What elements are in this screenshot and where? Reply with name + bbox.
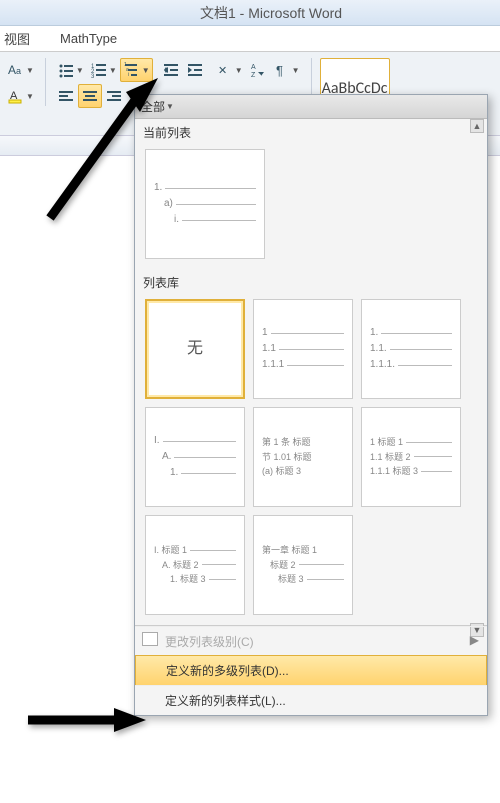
title-bar: 文档1 - Microsoft Word xyxy=(0,0,500,26)
list-thumb[interactable]: 1 标题 1 1.1 标题 2 1.1.1 标题 3 xyxy=(361,407,461,507)
menu-label: 更改列表级别(C) xyxy=(165,635,254,649)
menu-define-new-list-style[interactable]: 定义新的列表样式(L)... xyxy=(135,685,487,715)
align-left-button[interactable] xyxy=(54,84,78,108)
increase-indent-button[interactable] xyxy=(183,58,207,82)
list-thumb[interactable]: 1 1.1 1.1.1 xyxy=(253,299,353,399)
multilevel-list-button[interactable]: 1ai▼ xyxy=(120,58,153,82)
menu-label: 定义新的多级列表(D)... xyxy=(166,664,289,678)
tab-mathtype[interactable]: MathType xyxy=(60,31,117,46)
asian-layout-button[interactable]: ✕▼ xyxy=(213,58,246,82)
multilevel-list-dropdown: 全部 ▼ 当前列表 1. a) i. 列表库 无 1 1.1 1.1.1 1. … xyxy=(134,94,488,716)
menu-label: 定义新的列表样式(L)... xyxy=(165,694,286,708)
bullets-button[interactable]: ▼ xyxy=(54,58,87,82)
ribbon-tabs: 视图 MathType xyxy=(0,26,500,52)
list-thumb-none[interactable]: 无 xyxy=(145,299,245,399)
annotation-arrow xyxy=(20,690,150,743)
dropdown-footer: 更改列表级别(C) ▶ 定义新的多级列表(D)... 定义新的列表样式(L)..… xyxy=(135,625,487,715)
none-label: 无 xyxy=(187,336,203,362)
list-thumb[interactable]: 第 1 条 标题 节 1.01 标题 (a) 标题 3 xyxy=(253,407,353,507)
svg-text:i: i xyxy=(128,72,129,78)
tab-view[interactable]: 视图 xyxy=(4,29,30,48)
menu-change-list-level: 更改列表级别(C) ▶ xyxy=(135,626,487,656)
chevron-right-icon: ▶ xyxy=(470,633,479,647)
list-thumb-current[interactable]: 1. a) i. xyxy=(145,149,265,259)
ribbon-separator xyxy=(45,58,46,106)
window-title: 文档1 - Microsoft Word xyxy=(200,3,342,23)
show-marks-button[interactable]: ¶▼ xyxy=(270,58,303,82)
dropdown-scrollbar[interactable]: ▲ ▼ xyxy=(469,119,485,637)
svg-text:Z: Z xyxy=(251,72,256,79)
align-center-button[interactable] xyxy=(78,84,102,108)
section-list-library: 列表库 xyxy=(135,269,487,295)
svg-text:3: 3 xyxy=(91,74,95,79)
numbering-button[interactable]: 123▼ xyxy=(87,58,120,82)
svg-text:✕: ✕ xyxy=(218,65,227,77)
dropdown-filter[interactable]: 全部 ▼ xyxy=(135,95,487,119)
section-current-list: 当前列表 xyxy=(135,119,487,145)
list-thumb[interactable]: 1. 1.1. 1.1.1. xyxy=(361,299,461,399)
svg-text:a: a xyxy=(16,66,21,76)
dropdown-filter-label: 全部 xyxy=(141,98,165,115)
change-case-button[interactable]: Aa▼ xyxy=(4,58,37,82)
list-thumb[interactable]: I. A. 1. xyxy=(145,407,245,507)
svg-text:¶: ¶ xyxy=(276,63,283,78)
svg-text:A: A xyxy=(8,63,16,77)
chevron-down-icon: ▼ xyxy=(166,102,174,111)
scroll-up-icon[interactable]: ▲ xyxy=(470,119,484,133)
indent-icon xyxy=(142,632,158,646)
svg-text:A: A xyxy=(251,64,256,71)
list-thumb[interactable]: I. 标题 1 A. 标题 2 1. 标题 3 xyxy=(145,515,245,615)
sort-button[interactable]: AZ xyxy=(246,58,270,82)
decrease-indent-button[interactable] xyxy=(159,58,183,82)
highlight-color-button[interactable]: A▼ xyxy=(4,84,37,108)
menu-define-new-multilevel-list[interactable]: 定义新的多级列表(D)... xyxy=(135,655,487,686)
list-thumb[interactable]: 第一章 标题 1 标题 2 标题 3 xyxy=(253,515,353,615)
align-right-button[interactable] xyxy=(102,84,126,108)
